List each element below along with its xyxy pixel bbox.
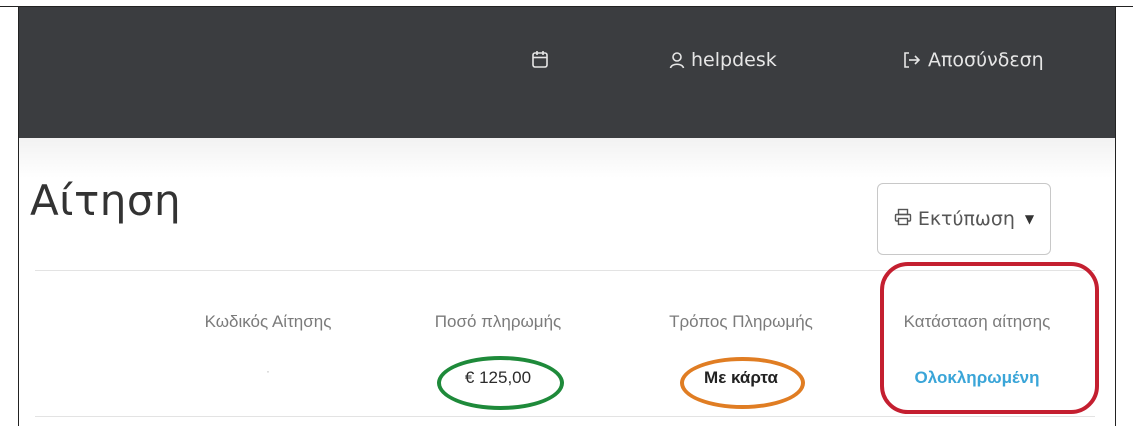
- nav-user-menu[interactable]: helpdesk: [669, 49, 777, 71]
- header-shadow: [19, 138, 1115, 178]
- print-button-label: Εκτύπωση: [917, 208, 1015, 230]
- logout-icon: [902, 50, 922, 70]
- user-icon: [669, 50, 685, 70]
- highlight-amount-circle: [437, 356, 564, 410]
- header-payment-method: Τρόπος Πληρωμής: [669, 312, 813, 331]
- nav-logout-link[interactable]: Αποσύνδεση: [902, 49, 1044, 71]
- nav-user-label: helpdesk: [691, 49, 777, 71]
- header-request-code: Κωδικός Αίτησης: [204, 312, 332, 331]
- page-title: Αίτηση: [30, 176, 182, 225]
- value-request-code: ·: [266, 364, 270, 378]
- nav-logout-label: Αποσύνδεση: [928, 49, 1044, 71]
- highlight-method-circle: [680, 357, 805, 409]
- nav-calendar[interactable]: [531, 49, 549, 69]
- chevron-down-icon: ▼: [1024, 212, 1035, 226]
- details-divider: [35, 416, 1095, 417]
- screenshot-frame-right: [1115, 6, 1116, 426]
- highlight-status-box: [880, 262, 1099, 414]
- printer-icon: [894, 208, 912, 231]
- calendar-icon[interactable]: [531, 49, 549, 69]
- top-navbar: helpdesk Αποσύνδεση: [19, 7, 1115, 138]
- header-payment-amount: Ποσό πληρωμής: [434, 312, 562, 331]
- print-dropdown-button[interactable]: Εκτύπωση ▼: [877, 183, 1051, 255]
